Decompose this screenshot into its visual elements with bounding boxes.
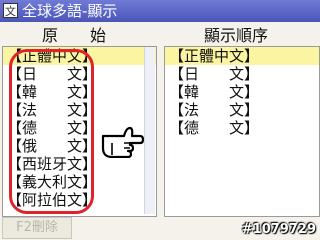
display-order-list[interactable]: 【正體中文】 【日 文】 【韓 文】 【法 文】 【德 文】: [164, 46, 320, 217]
photo-id-watermark: #1079729: [241, 222, 316, 237]
original-list-header: 原 始: [42, 26, 107, 45]
display-order-header: 顯示順序: [204, 26, 269, 45]
globe-icon: 文: [3, 3, 18, 18]
delete-button[interactable]: F2刪除: [2, 217, 72, 239]
list-item[interactable]: 【正體中文】: [165, 47, 319, 65]
list-item[interactable]: 【法 文】: [165, 101, 319, 119]
list-item[interactable]: 【日 文】: [3, 65, 156, 83]
list-item[interactable]: 【正體中文】: [3, 47, 156, 65]
list-item[interactable]: 【德 文】: [165, 119, 319, 137]
svg-text:文: 文: [5, 4, 16, 18]
left-list-scrollbar[interactable]: [144, 47, 155, 214]
window-title: 全球多語-顯示: [22, 2, 118, 20]
list-item[interactable]: 【阿拉伯文】: [3, 191, 156, 209]
title-bar: 文 全球多語-顯示: [0, 0, 320, 22]
list-item[interactable]: 【日 文】: [165, 65, 319, 83]
list-item[interactable]: 【韓 文】: [165, 83, 319, 101]
pointing-hand-icon: [101, 126, 144, 158]
list-item[interactable]: 【法 文】: [3, 101, 156, 119]
list-item[interactable]: 【義大利文】: [3, 173, 156, 191]
list-item[interactable]: 【韓 文】: [3, 83, 156, 101]
